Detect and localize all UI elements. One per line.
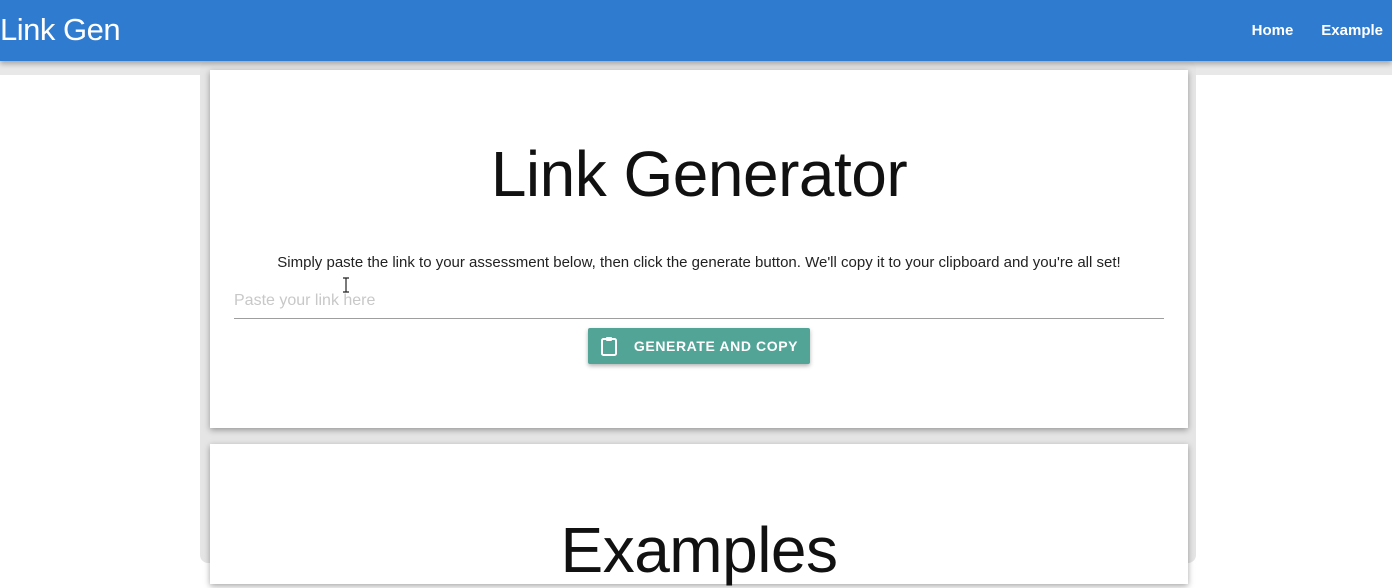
generate-and-copy-button[interactable]: GENERATE AND COPY	[588, 328, 810, 364]
nav-links: Home Example	[1233, 0, 1392, 61]
examples-card: Examples	[210, 444, 1188, 586]
nav-link-home[interactable]: Home	[1233, 0, 1303, 61]
top-navbar: Link Gen Home Example	[0, 0, 1392, 61]
nav-link-example[interactable]: Example	[1302, 0, 1392, 61]
instructions-text: Simply paste the link to your assessment…	[277, 254, 1121, 271]
brand-logo-text[interactable]: Link Gen	[0, 10, 121, 50]
clipboard-icon	[600, 337, 617, 356]
generator-title: Link Generator	[490, 138, 908, 210]
generate-button-label: GENERATE AND COPY	[633, 338, 799, 354]
text-cursor-icon	[343, 277, 349, 293]
link-input[interactable]	[234, 284, 1164, 319]
generator-card: Link Generator Simply paste the link to …	[210, 70, 1188, 428]
examples-title: Examples	[560, 514, 839, 586]
